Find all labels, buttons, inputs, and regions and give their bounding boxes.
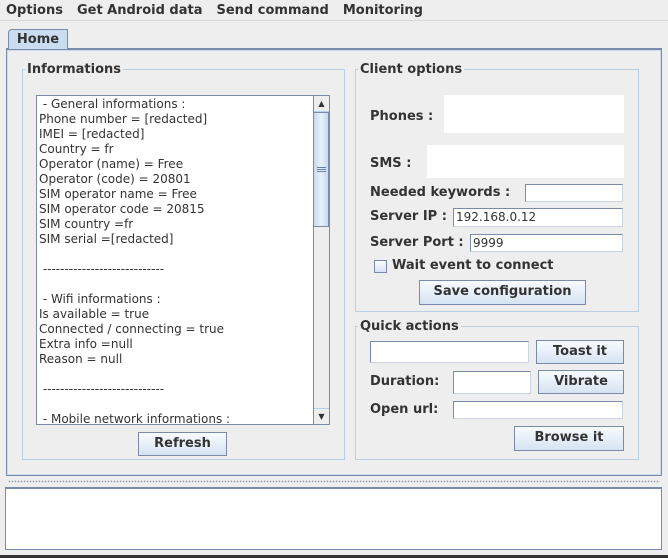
wait-event-checkbox[interactable] xyxy=(374,260,387,273)
info-line xyxy=(39,367,313,382)
server-ip-field[interactable]: 192.168.0.12 xyxy=(453,208,623,227)
info-line xyxy=(39,397,313,412)
info-line: - Mobile network informations : xyxy=(39,412,231,423)
scroll-thumb[interactable] xyxy=(314,112,329,227)
info-line: Reason = null xyxy=(39,352,123,366)
quick-actions-title: Quick actions xyxy=(360,319,459,334)
info-line: IMEI = [redacted] xyxy=(39,127,145,141)
server-port-label: Server Port : xyxy=(370,235,464,250)
info-line: - General informations : xyxy=(39,97,186,111)
sms-label: SMS : xyxy=(370,156,412,171)
info-line: Phone number = [redacted] xyxy=(39,112,208,126)
browse-it-button[interactable]: Browse it xyxy=(514,426,624,451)
info-line xyxy=(39,277,313,292)
toast-message-field[interactable] xyxy=(370,341,529,363)
info-line: SIM operator name = Free xyxy=(39,187,197,201)
vibrate-button[interactable]: Vibrate xyxy=(538,370,624,394)
sms-field[interactable] xyxy=(427,145,624,178)
info-line: - Wifi informations : xyxy=(39,292,161,306)
informations-scrollbar[interactable]: ▲ ▼ xyxy=(313,96,329,424)
server-ip-label: Server IP : xyxy=(370,209,447,224)
toast-it-button[interactable]: Toast it xyxy=(536,340,624,364)
info-line: Operator (name) = Free xyxy=(39,157,184,171)
duration-label: Duration: xyxy=(370,374,440,389)
menu-bar: Options Get Android data Send command Mo… xyxy=(0,0,668,21)
info-line: SIM country =fr xyxy=(39,217,134,231)
grip-icon xyxy=(316,167,326,172)
needed-keywords-label: Needed keywords : xyxy=(370,185,511,200)
info-line: Extra info =null xyxy=(39,337,133,351)
info-line: Country = fr xyxy=(39,142,114,156)
save-configuration-button[interactable]: Save configuration xyxy=(419,280,586,305)
info-line: ---------------------------- xyxy=(39,382,165,396)
menu-monitoring[interactable]: Monitoring xyxy=(336,0,430,21)
needed-keywords-field[interactable] xyxy=(525,184,623,202)
info-line: Connected / connecting = true xyxy=(39,322,224,336)
duration-field[interactable] xyxy=(453,371,531,394)
client-options-title: Client options xyxy=(360,62,463,77)
menu-send-command[interactable]: Send command xyxy=(210,0,336,21)
phones-field[interactable] xyxy=(444,95,624,133)
info-line: SIM operator code = 20815 xyxy=(39,202,205,216)
informations-title: Informations xyxy=(27,62,122,77)
server-port-field[interactable]: 9999 xyxy=(470,234,623,252)
open-url-label: Open url: xyxy=(370,402,439,417)
informations-text[interactable]: - General informations : Phone number = [… xyxy=(38,97,313,423)
menu-options[interactable]: Options xyxy=(0,0,70,21)
info-line: ---------------------------- xyxy=(39,262,165,276)
arrow-up-icon: ▲ xyxy=(318,99,325,108)
refresh-button[interactable]: Refresh xyxy=(138,432,227,456)
info-line: Operator (code) = 20801 xyxy=(39,172,191,186)
menu-get-android-data[interactable]: Get Android data xyxy=(70,0,210,21)
info-line: SIM serial =[redacted] xyxy=(39,232,174,246)
split-pane-divider[interactable] xyxy=(8,480,660,483)
tab-home[interactable]: Home xyxy=(8,29,68,49)
wait-event-label[interactable]: Wait event to connect xyxy=(392,258,554,273)
info-line xyxy=(39,247,313,262)
phones-label: Phones : xyxy=(370,109,434,124)
scroll-up-button[interactable]: ▲ xyxy=(314,96,329,112)
open-url-field[interactable] xyxy=(453,401,623,419)
arrow-down-icon: ▼ xyxy=(318,412,325,421)
info-line: Is available = true xyxy=(39,307,150,321)
informations-textarea[interactable]: - General informations : Phone number = [… xyxy=(36,95,330,425)
scroll-down-button[interactable]: ▼ xyxy=(314,408,329,424)
log-textarea[interactable] xyxy=(5,487,662,550)
